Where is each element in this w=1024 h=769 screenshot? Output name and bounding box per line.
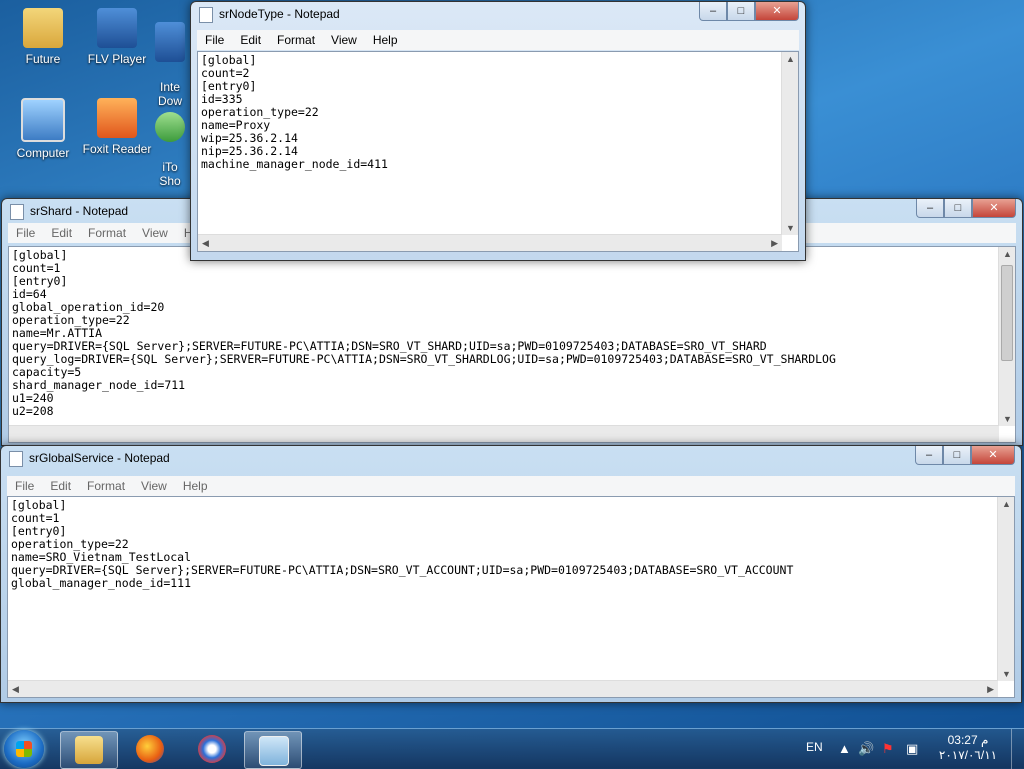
taskbar-app[interactable] xyxy=(184,731,240,767)
scroll-down-icon[interactable]: ▼ xyxy=(1002,669,1011,679)
horizontal-scrollbar[interactable]: ◀ ▶ xyxy=(198,234,782,251)
maximize-button[interactable]: □ xyxy=(943,446,971,465)
scroll-down-icon[interactable]: ▼ xyxy=(1003,414,1012,424)
menu-bar: File Edit Format View Help xyxy=(7,476,1015,496)
notepad-icon xyxy=(199,7,213,23)
start-button[interactable] xyxy=(4,730,44,768)
menu-view[interactable]: View xyxy=(134,223,176,243)
minimize-button[interactable]: – xyxy=(915,446,943,465)
menu-help[interactable]: Help xyxy=(175,476,216,496)
taskbar-notepad[interactable] xyxy=(244,731,302,769)
document-text: [global] count=1 [entry0] operation_type… xyxy=(11,498,794,590)
flv-player-icon xyxy=(97,8,137,48)
scroll-up-icon[interactable]: ▲ xyxy=(786,54,795,64)
title-bar[interactable]: srGlobalService - Notepad – □ ✕ xyxy=(1,446,1021,470)
show-hidden-icons-icon[interactable]: ▲ xyxy=(838,741,851,756)
document-text: [global] count=2 [entry0] id=335 operati… xyxy=(201,53,388,171)
scroll-up-icon[interactable]: ▲ xyxy=(1003,249,1012,259)
horizontal-scrollbar[interactable]: ◀ ▶ xyxy=(8,680,998,697)
scroll-right-icon[interactable]: ▶ xyxy=(771,238,778,249)
shortcut-icon xyxy=(155,112,185,142)
folder-icon xyxy=(23,8,63,48)
action-center-icon[interactable]: ⚑ xyxy=(882,741,894,757)
computer-icon xyxy=(21,98,65,142)
menu-view[interactable]: View xyxy=(323,30,365,50)
window-title: srGlobalService - Notepad xyxy=(29,451,170,465)
notepad-icon xyxy=(9,451,23,467)
maximize-button[interactable]: □ xyxy=(944,199,972,218)
vertical-scrollbar[interactable]: ▲ ▼ xyxy=(781,52,798,235)
firefox-icon xyxy=(136,735,164,763)
menu-help[interactable]: Help xyxy=(365,30,406,50)
minimize-button[interactable]: – xyxy=(916,199,944,218)
scroll-down-icon[interactable]: ▼ xyxy=(786,223,795,233)
text-area[interactable]: [global] count=1 [entry0] id=64 global_o… xyxy=(8,246,1016,443)
menu-format[interactable]: Format xyxy=(79,476,133,496)
menu-file[interactable]: File xyxy=(7,476,42,496)
menu-edit[interactable]: Edit xyxy=(43,223,80,243)
maximize-button[interactable]: □ xyxy=(727,2,755,21)
menu-format[interactable]: Format xyxy=(269,30,323,50)
title-bar[interactable]: srNodeType - Notepad – □ ✕ xyxy=(191,2,805,26)
notepad-icon xyxy=(10,204,24,220)
volume-icon[interactable]: 🔊 xyxy=(858,741,874,757)
window-title: srShard - Notepad xyxy=(30,204,129,218)
menu-bar: File Edit Format View Help xyxy=(197,30,799,50)
node-type-notepad-window[interactable]: srNodeType - Notepad – □ ✕ File Edit For… xyxy=(190,1,806,261)
menu-edit[interactable]: Edit xyxy=(232,30,269,50)
horizontal-scrollbar[interactable] xyxy=(9,425,999,442)
network-icon[interactable]: ▣ xyxy=(906,741,918,757)
taskbar-explorer[interactable] xyxy=(60,731,118,769)
taskbar-firefox[interactable] xyxy=(122,731,178,767)
scroll-up-icon[interactable]: ▲ xyxy=(1002,499,1011,509)
text-area[interactable]: [global] count=2 [entry0] id=335 operati… xyxy=(197,51,799,252)
notepad-icon xyxy=(259,736,289,766)
global-service-notepad-window[interactable]: srGlobalService - Notepad – □ ✕ File Edi… xyxy=(0,445,1022,703)
close-button[interactable]: ✕ xyxy=(971,446,1015,465)
scroll-thumb[interactable] xyxy=(1001,265,1013,361)
explorer-icon xyxy=(75,736,103,764)
windows-logo-icon xyxy=(16,741,32,757)
menu-file[interactable]: File xyxy=(197,30,232,50)
menu-edit[interactable]: Edit xyxy=(42,476,79,496)
menu-format[interactable]: Format xyxy=(80,223,134,243)
scroll-left-icon[interactable]: ◀ xyxy=(12,684,19,695)
scroll-right-icon[interactable]: ▶ xyxy=(987,684,994,695)
scroll-left-icon[interactable]: ◀ xyxy=(202,238,209,249)
minimize-button[interactable]: – xyxy=(699,2,727,21)
desktop-icon-foxit-reader[interactable]: Foxit Reader xyxy=(74,98,160,156)
close-button[interactable]: ✕ xyxy=(972,199,1016,218)
desktop-icon-shortcut[interactable]: iTo Sho xyxy=(150,98,190,202)
menu-file[interactable]: File xyxy=(8,223,43,243)
window-title: srNodeType - Notepad xyxy=(219,7,340,21)
clock-date: ٢٠١٧/٠٦/١١ xyxy=(938,748,998,762)
document-text: [global] count=1 [entry0] id=64 global_o… xyxy=(12,248,836,418)
desktop-icon-flv-player[interactable]: FLV Player xyxy=(74,8,160,66)
clock[interactable]: 03:27 م ٢٠١٧/٠٦/١١ xyxy=(936,733,1000,763)
language-indicator[interactable]: EN xyxy=(806,740,823,754)
taskbar: EN ▲ 🔊 ⚑ ▣ 03:27 م ٢٠١٧/٠٦/١١ xyxy=(0,728,1024,769)
internet-download-icon xyxy=(155,22,185,62)
vertical-scrollbar[interactable]: ▲ ▼ xyxy=(998,247,1015,426)
vertical-scrollbar[interactable]: ▲ ▼ xyxy=(997,497,1014,681)
app-icon xyxy=(198,735,226,763)
foxit-reader-icon xyxy=(97,98,137,138)
close-button[interactable]: ✕ xyxy=(755,2,799,21)
clock-time: 03:27 م xyxy=(947,733,989,747)
menu-view[interactable]: View xyxy=(133,476,175,496)
text-area[interactable]: [global] count=1 [entry0] operation_type… xyxy=(7,496,1015,698)
show-desktop-button[interactable] xyxy=(1011,729,1024,769)
